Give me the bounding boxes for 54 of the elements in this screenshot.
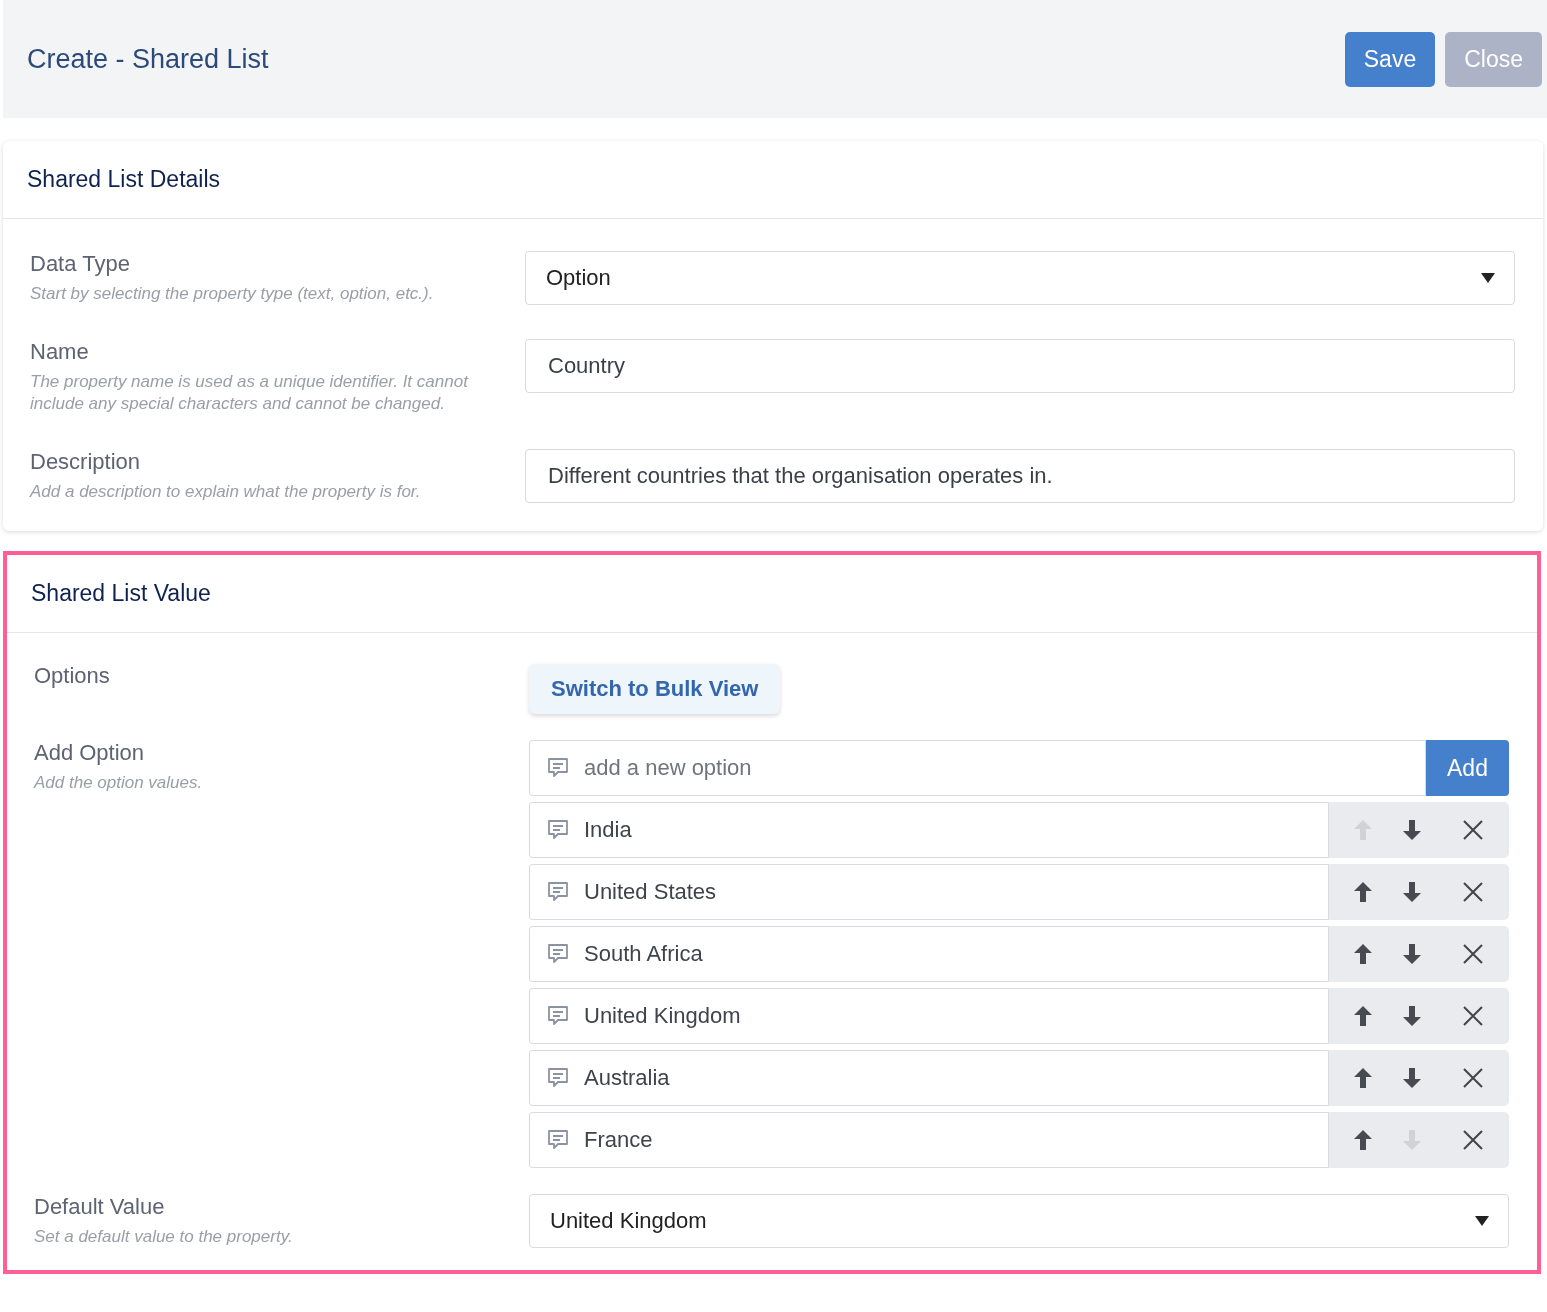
- message-icon: [546, 1005, 570, 1027]
- list-item-field[interactable]: India: [529, 802, 1329, 858]
- message-icon: [546, 1067, 570, 1089]
- save-button[interactable]: Save: [1344, 31, 1436, 87]
- message-icon: [546, 881, 570, 903]
- field-label: Options: [34, 663, 111, 690]
- add-button[interactable]: Add: [1426, 740, 1509, 796]
- help-text: The property name is used as a unique identifier. It cannot include any special characters and cannot be changed.: [30, 371, 470, 415]
- list-item-field[interactable]: United Kingdom: [529, 988, 1329, 1044]
- card-title: Shared List Value: [7, 555, 1537, 633]
- help-text: Add the option values.: [34, 772, 204, 794]
- arrow-down-icon: [1401, 1066, 1424, 1090]
- message-icon: [546, 819, 570, 841]
- select-field[interactable]: United Kingdom: [529, 1194, 1509, 1248]
- arrow-up-icon: [1352, 942, 1375, 966]
- message-icon: [546, 1129, 570, 1151]
- arrow-down-icon: [1401, 1128, 1424, 1152]
- close-icon: [1462, 1005, 1484, 1027]
- arrow-down-icon: [1401, 880, 1424, 904]
- close-icon: [1462, 819, 1484, 841]
- arrow-down-icon: [1401, 818, 1424, 842]
- help-text: Set a default value to the property.: [34, 1226, 294, 1248]
- message-icon: [546, 943, 570, 965]
- text-field[interactable]: Country: [525, 339, 1515, 393]
- help-text: Add a description to explain what the property is for.: [30, 481, 422, 503]
- select-field[interactable]: Option: [525, 251, 1515, 305]
- field-label: Description: [30, 449, 142, 475]
- arrow-up-icon: [1352, 818, 1375, 842]
- list-item-field[interactable]: United States: [529, 864, 1329, 920]
- arrow-down-icon: [1401, 942, 1424, 966]
- list-item-field[interactable]: France: [529, 1112, 1329, 1168]
- field-label: Add Option: [34, 740, 146, 766]
- page-title: Create - Shared List: [27, 43, 270, 75]
- close-icon: [1462, 881, 1484, 903]
- text-field[interactable]: Different countries that the organisation operates in.: [525, 449, 1515, 503]
- card-title: Shared List Details: [3, 141, 1543, 219]
- field-label: Data Type: [30, 251, 131, 277]
- message-icon: [546, 757, 570, 779]
- bulk-view-button[interactable]: Switch to Bulk View: [529, 664, 781, 714]
- list-item-field[interactable]: South Africa: [529, 926, 1329, 982]
- caret-icon: [1480, 272, 1496, 284]
- arrow-up-icon: [1352, 1066, 1375, 1090]
- close-icon: [1462, 943, 1484, 965]
- caret-icon: [1474, 1215, 1490, 1227]
- help-text: Start by selecting the property type (text, option, etc.).: [30, 283, 435, 305]
- list-item-field[interactable]: Australia: [529, 1050, 1329, 1106]
- arrow-up-icon: [1352, 1128, 1375, 1152]
- field-label: Name: [30, 339, 90, 365]
- arrow-up-icon: [1352, 1004, 1375, 1028]
- close-icon: [1462, 1067, 1484, 1089]
- arrow-down-icon: [1401, 1004, 1424, 1028]
- field-label: Default Value: [34, 1194, 166, 1220]
- close-icon: [1462, 1129, 1484, 1151]
- arrow-up-icon: [1352, 880, 1375, 904]
